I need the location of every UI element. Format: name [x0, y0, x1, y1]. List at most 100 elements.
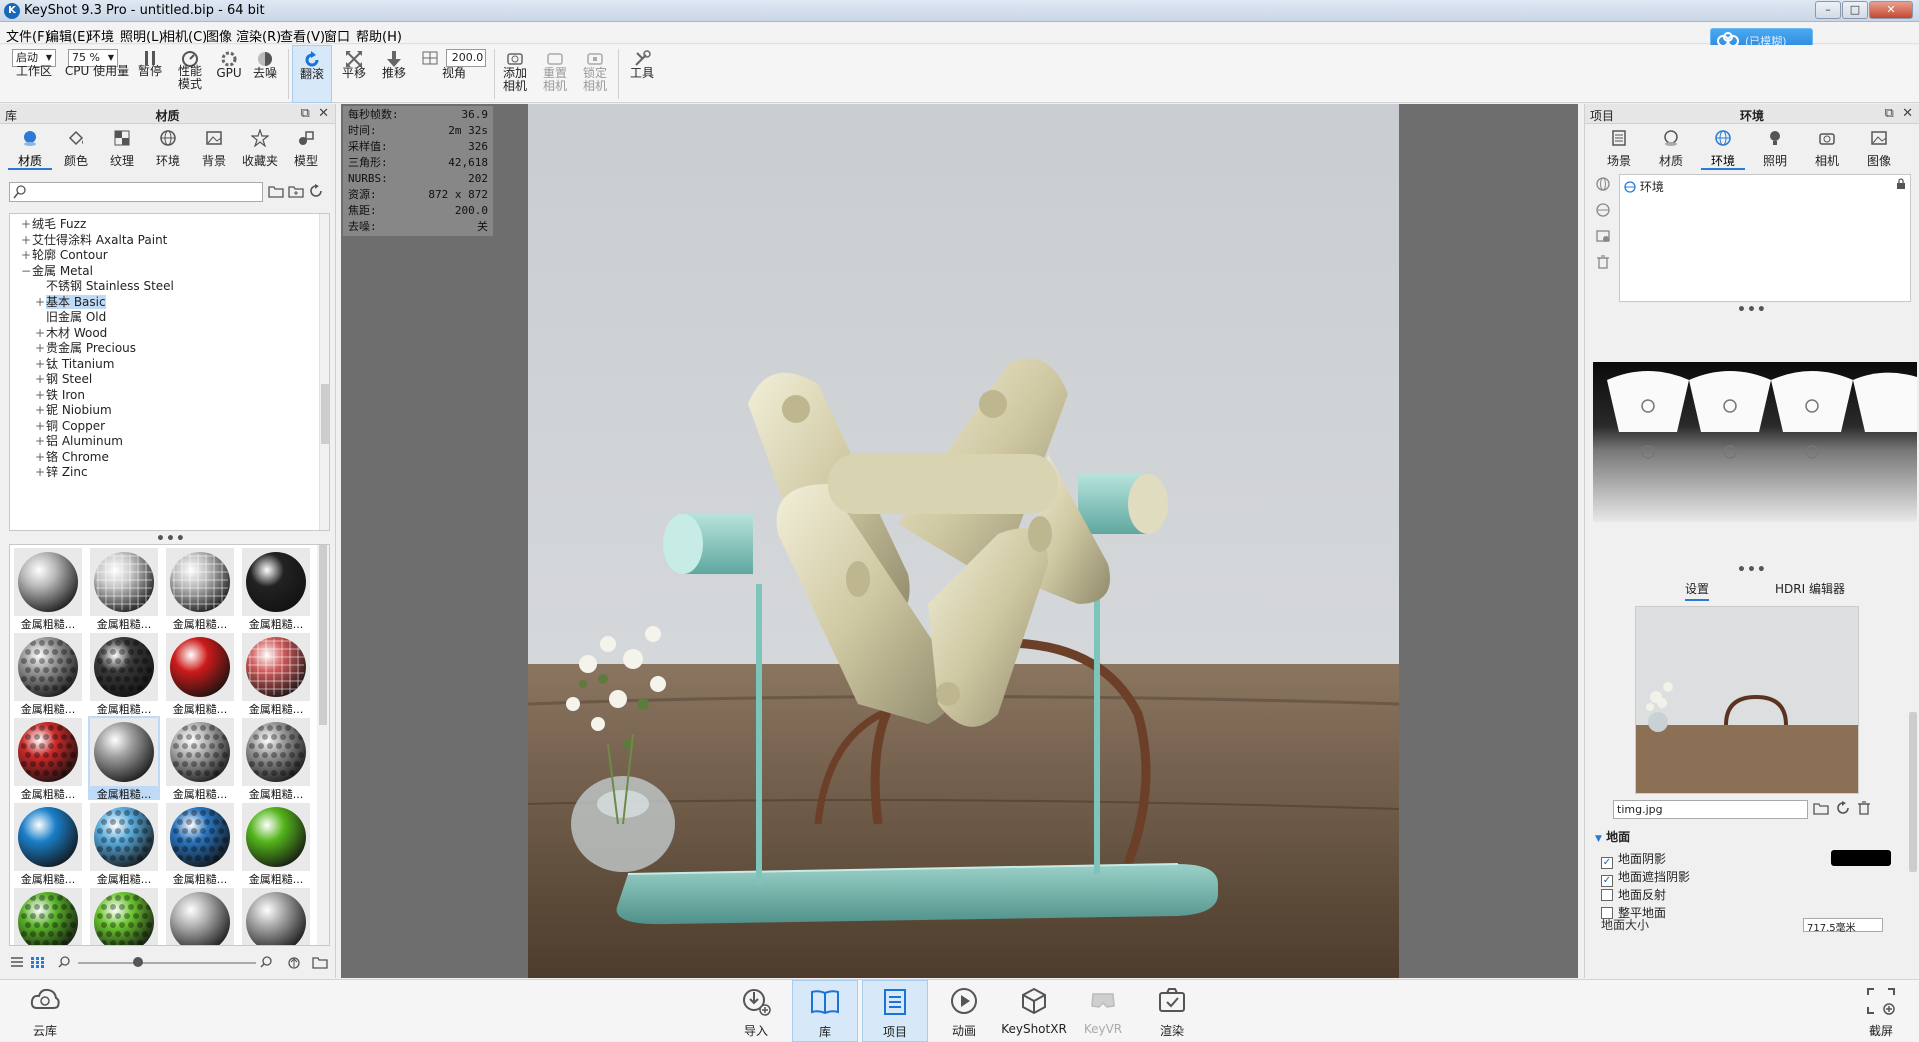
zoom-out-icon[interactable]	[58, 956, 70, 968]
material-thumbnail[interactable]: 金属粗糙...	[88, 886, 160, 945]
menu-window[interactable]: 窗口	[324, 26, 350, 45]
library-search-input[interactable]	[9, 182, 263, 202]
material-thumbnail[interactable]: 金属粗糙...	[12, 631, 84, 716]
minimize-button[interactable]: –	[1815, 1, 1841, 19]
slider-handle[interactable]	[133, 957, 143, 967]
tab-lighting[interactable]: 照明	[1753, 126, 1797, 170]
pan-button[interactable]: 平移	[336, 45, 372, 103]
project-button[interactable]: 项目	[862, 980, 928, 1042]
keyshotxr-button[interactable]: KeyShotXR	[1001, 980, 1067, 1042]
material-thumbnail[interactable]: 金属粗糙...	[240, 546, 312, 631]
menu-help[interactable]: 帮助(H)	[356, 26, 402, 45]
material-thumbnail[interactable]: 金属粗糙...	[164, 631, 236, 716]
grid-scrollbar[interactable]	[317, 545, 329, 945]
environment-list-item[interactable]: 环境	[1624, 178, 1664, 195]
tree-scrollbar[interactable]	[319, 214, 329, 530]
import-button[interactable]: 导入	[723, 980, 789, 1042]
refresh-icon[interactable]	[1835, 801, 1851, 815]
menu-render[interactable]: 渲染(R)	[236, 26, 281, 45]
maximize-button[interactable]: □	[1842, 1, 1868, 19]
hdri-preview[interactable]	[1593, 362, 1917, 522]
float-panel-icon[interactable]: ⧉	[1885, 106, 1894, 121]
lock-camera-button[interactable]: 锁定 相机	[578, 45, 612, 103]
material-thumbnail[interactable]: 金属粗糙...	[12, 546, 84, 631]
refresh-icon[interactable]	[308, 184, 324, 198]
close-button[interactable]: ✕	[1869, 1, 1913, 19]
material-thumbnail[interactable]: 金属粗糙...	[12, 886, 84, 945]
tab-backplates[interactable]: 背景	[192, 126, 236, 170]
zoom-in-icon[interactable]	[260, 956, 272, 968]
tab-materials[interactable]: 材质	[8, 126, 52, 170]
tab-environments[interactable]: 环境	[146, 126, 190, 170]
tree-item[interactable]: +锌 Zinc	[34, 463, 329, 482]
folder-options-icon[interactable]	[312, 955, 328, 969]
ground-option-checkbox[interactable]: ✓ 地面遮挡阴影	[1601, 868, 1690, 887]
material-thumbnail[interactable]: 金属粗糙...	[164, 716, 236, 801]
tab-settings[interactable]: 设置	[1685, 580, 1710, 601]
new-folder-icon[interactable]	[288, 184, 304, 198]
delete-icon[interactable]	[1595, 254, 1611, 270]
screenshot-button[interactable]: 截屏	[1848, 980, 1914, 1042]
project-scrollbar[interactable]	[1909, 712, 1917, 872]
material-thumbnail[interactable]: 金属粗糙...	[88, 631, 160, 716]
tools-button[interactable]: 工具	[624, 45, 660, 103]
close-panel-icon[interactable]: ✕	[1902, 106, 1913, 121]
ground-size-input[interactable]: 717.5毫米	[1803, 918, 1883, 934]
pause-button[interactable]: 暂停	[133, 45, 167, 103]
field-of-view-input[interactable]: 200.0	[446, 49, 486, 67]
add-camera-button[interactable]: 添加 相机	[498, 45, 532, 103]
shadow-color-swatch[interactable]	[1831, 850, 1891, 866]
render-image[interactable]	[528, 104, 1399, 978]
add-environment-icon[interactable]	[1595, 176, 1611, 192]
tab-environment[interactable]: 环境	[1701, 126, 1745, 170]
material-thumbnail[interactable]: 金属粗糙...	[12, 716, 84, 801]
tab-hdri-editor[interactable]: HDRI 编辑器	[1775, 580, 1845, 597]
dolly-button[interactable]: 推移	[376, 45, 412, 103]
render-button[interactable]: 渲染	[1139, 980, 1205, 1042]
gpu-button[interactable]: GPU	[212, 45, 246, 103]
tab-textures[interactable]: 纹理	[100, 126, 144, 170]
animation-button[interactable]: 动画	[931, 980, 997, 1042]
lock-icon[interactable]	[1896, 178, 1906, 190]
float-panel-icon[interactable]: ⧉	[301, 106, 310, 121]
material-thumbnail[interactable]: 金属粗糙...	[88, 716, 160, 801]
tab-colors[interactable]: 颜色	[54, 126, 98, 170]
upload-cloud-icon[interactable]	[286, 955, 302, 969]
grid-view-icon[interactable]	[30, 956, 44, 968]
reset-camera-button[interactable]: 重置 相机	[538, 45, 572, 103]
delete-icon[interactable]	[1857, 801, 1871, 815]
menu-environment[interactable]: 环境	[88, 26, 114, 45]
collapse-icon[interactable]: −	[20, 262, 32, 281]
menu-view[interactable]: 查看(V)	[280, 26, 325, 45]
menu-edit[interactable]: 编辑(E)	[46, 26, 90, 45]
material-thumbnail[interactable]: 金属粗糙...	[164, 801, 236, 886]
open-folder-icon[interactable]	[268, 184, 284, 198]
material-thumbnail[interactable]: 金属粗糙...	[240, 716, 312, 801]
duplicate-environment-icon[interactable]	[1595, 202, 1611, 218]
library-button[interactable]: 库	[792, 980, 858, 1042]
list-view-icon[interactable]	[10, 956, 24, 968]
tab-favorites[interactable]: 收藏夹	[238, 126, 282, 170]
menu-camera[interactable]: 相机(C)	[162, 26, 207, 45]
tab-scene[interactable]: 场景	[1597, 126, 1641, 170]
tab-material[interactable]: 材质	[1649, 126, 1693, 170]
menu-image[interactable]: 图像	[206, 26, 232, 45]
thumbnail-size-slider[interactable]	[78, 962, 256, 964]
splitter-handle-icon[interactable]: •••	[1737, 302, 1767, 318]
keyvr-button[interactable]: KeyVR	[1070, 980, 1136, 1042]
material-thumbnail[interactable]: 金属粗糙...	[88, 801, 160, 886]
tab-image[interactable]: 图像	[1857, 126, 1901, 170]
menu-file[interactable]: 文件(F)	[6, 26, 50, 45]
background-image-preview[interactable]	[1635, 606, 1859, 794]
performance-mode-button[interactable]: 性能 模式	[170, 45, 210, 103]
background-file-input[interactable]: timg.jpg	[1613, 800, 1808, 819]
material-thumbnail[interactable]: 金属粗糙...	[240, 631, 312, 716]
ground-option-checkbox[interactable]: ✓ 地面阴影	[1601, 850, 1666, 869]
menu-lighting[interactable]: 照明(L)	[120, 26, 163, 45]
tumble-button[interactable]: 翻滚	[292, 45, 332, 103]
material-thumbnail[interactable]: 金属粗糙...	[164, 886, 236, 945]
material-thumbnail[interactable]: 金属粗糙...	[164, 546, 236, 631]
ground-section-header[interactable]: ▼ 地面	[1595, 828, 1630, 845]
denoise-button[interactable]: 去噪	[248, 45, 282, 103]
cloud-library-button[interactable]: 云库	[12, 980, 78, 1042]
